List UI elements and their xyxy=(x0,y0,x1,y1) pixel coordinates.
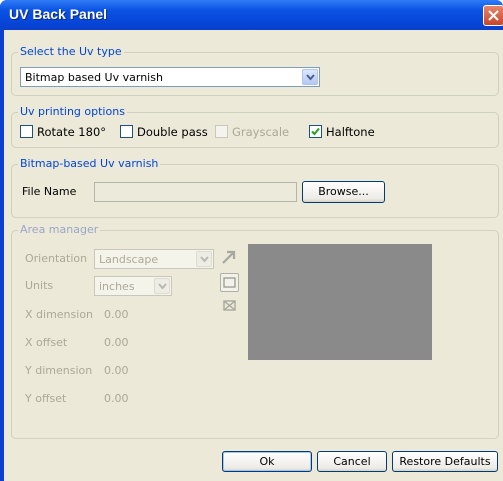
y-offset-value: 0.00 xyxy=(104,392,129,405)
units-value: inches xyxy=(99,280,135,293)
browse-button-label: Browse... xyxy=(318,185,369,198)
x-dimension-value: 0.00 xyxy=(104,308,129,321)
rectangle-icon[interactable] xyxy=(220,273,239,292)
file-name-input xyxy=(94,182,297,202)
units-select: inches xyxy=(94,276,172,296)
area-preview-canvas[interactable] xyxy=(248,244,432,360)
grayscale-box xyxy=(215,125,228,138)
rotate-180-box[interactable] xyxy=(20,125,33,138)
halftone-box[interactable] xyxy=(309,125,322,138)
cancel-button-label: Cancel xyxy=(333,455,371,468)
y-offset-label: Y offset xyxy=(25,392,67,405)
double-pass-label: Double pass xyxy=(137,125,208,139)
rotate-180-checkbox[interactable]: Rotate 180° xyxy=(20,124,120,140)
grayscale-checkbox: Grayscale xyxy=(215,124,295,140)
dialog-body: Select the Uv type Bitmap based Uv varni… xyxy=(4,30,503,481)
restore-defaults-label: Restore Defaults xyxy=(399,455,491,468)
delete-area-icon[interactable] xyxy=(221,297,238,314)
orientation-value: Landscape xyxy=(99,253,159,266)
uv-type-selected-value: Bitmap based Uv varnish xyxy=(25,71,163,84)
title-bar[interactable]: UV Back Panel xyxy=(0,0,503,30)
uv-type-dropdown-button[interactable] xyxy=(302,69,318,85)
browse-button[interactable]: Browse... xyxy=(302,181,385,203)
chevron-down-icon xyxy=(200,256,209,263)
rotate-180-label: Rotate 180° xyxy=(37,125,107,139)
double-pass-checkbox[interactable]: Double pass xyxy=(120,124,218,140)
units-label: Units xyxy=(25,279,54,292)
close-button[interactable] xyxy=(483,5,503,26)
uv-type-group: Select the Uv type Bitmap based Uv varni… xyxy=(11,45,499,96)
x-offset-value: 0.00 xyxy=(104,336,129,349)
uv-type-select[interactable]: Bitmap based Uv varnish xyxy=(20,67,320,87)
halftone-label: Halftone xyxy=(326,125,375,139)
orientation-select: Landscape xyxy=(94,249,214,269)
ok-button-label: Ok xyxy=(259,455,275,468)
restore-defaults-button[interactable]: Restore Defaults xyxy=(392,451,498,472)
window-title: UV Back Panel xyxy=(9,6,108,22)
y-dimension-label: Y dimension xyxy=(25,364,93,377)
uv-type-legend: Select the Uv type xyxy=(18,45,124,58)
y-dimension-value: 0.00 xyxy=(104,364,129,377)
area-manager-legend: Area manager xyxy=(18,223,101,236)
file-name-label: File Name xyxy=(22,185,77,198)
printing-options-group: Uv printing options Rotate 180° Double p… xyxy=(11,105,499,148)
checkmark-icon xyxy=(311,127,320,136)
orientation-dropdown-button xyxy=(196,251,212,267)
area-manager-group: Area manager Orientation Landscape Units… xyxy=(11,223,499,439)
printing-options-legend: Uv printing options xyxy=(18,105,127,118)
double-pass-box[interactable] xyxy=(120,125,133,138)
arrow-icon[interactable] xyxy=(220,249,237,266)
units-dropdown-button xyxy=(154,278,170,294)
x-dimension-label: X dimension xyxy=(25,308,94,321)
ok-button[interactable]: Ok xyxy=(222,451,312,472)
grayscale-label: Grayscale xyxy=(232,125,290,139)
chevron-down-icon xyxy=(158,283,167,290)
orientation-label: Orientation xyxy=(25,252,88,265)
halftone-checkbox[interactable]: Halftone xyxy=(309,124,389,140)
bitmap-varnish-legend: Bitmap-based Uv varnish xyxy=(18,157,161,170)
x-offset-label: X offset xyxy=(25,336,68,349)
chevron-down-icon xyxy=(306,74,315,81)
close-icon xyxy=(488,10,499,21)
uv-back-panel-window: UV Back Panel Select the Uv type Bitmap … xyxy=(0,0,503,481)
bitmap-varnish-group: Bitmap-based Uv varnish File Name Browse… xyxy=(11,157,499,218)
cancel-button[interactable]: Cancel xyxy=(317,451,387,472)
